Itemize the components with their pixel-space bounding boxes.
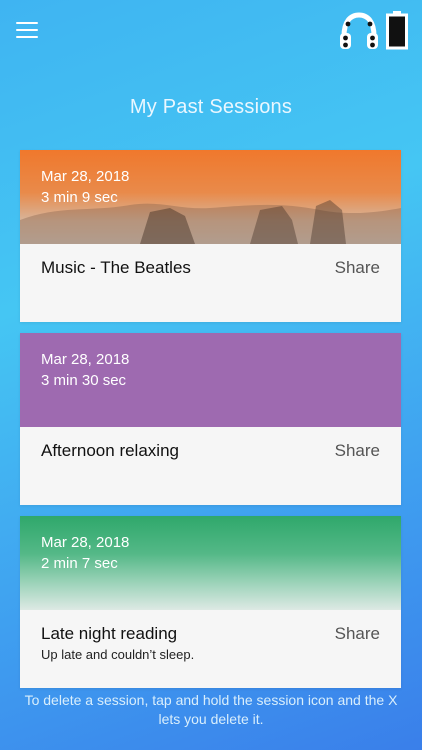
session-name: Music - The Beatles <box>41 258 191 277</box>
session-date: Mar 28, 2018 <box>41 168 130 185</box>
session-banner-image[interactable]: Mar 28, 2018 3 min 9 sec <box>20 150 401 244</box>
session-duration: 3 min 30 sec <box>41 372 127 389</box>
hamburger-icon-bar-bottom <box>16 36 38 38</box>
session-name: Afternoon relaxing <box>41 441 179 460</box>
session-banner-image[interactable]: Mar 28, 2018 2 min 7 sec <box>20 516 401 610</box>
session-card[interactable]: Mar 28, 2018 3 min 30 sec Afternoon rela… <box>20 333 401 505</box>
session-card[interactable]: Mar 28, 2018 2 min 7 sec Late night read… <box>20 516 401 688</box>
hamburger-icon-bar-top <box>16 22 38 24</box>
page-title: My Past Sessions <box>129 96 293 118</box>
session-date: Mar 28, 2018 <box>41 534 130 551</box>
session-note: Up late and couldn’t sleep. <box>41 647 195 662</box>
delete-hint-text: To delete a session, tap and hold the se… <box>24 692 398 727</box>
share-button[interactable]: Share <box>335 441 380 461</box>
share-button[interactable]: Share <box>335 624 380 644</box>
session-duration: 2 min 7 sec <box>41 555 118 572</box>
session-duration: 3 min 9 sec <box>41 189 118 206</box>
session-banner-image[interactable]: Mar 28, 2018 3 min 30 sec <box>20 333 401 427</box>
hamburger-icon-bar-middle <box>16 29 38 31</box>
session-card[interactable]: Mar 28, 2018 3 min 9 sec Music - The Bea… <box>20 150 401 322</box>
session-name: Late night reading <box>41 624 178 643</box>
session-date: Mar 28, 2018 <box>41 351 130 368</box>
share-button[interactable]: Share <box>335 258 380 278</box>
headphones-icon[interactable] <box>338 10 380 52</box>
battery-icon <box>386 11 408 50</box>
menu-button[interactable] <box>16 20 40 40</box>
